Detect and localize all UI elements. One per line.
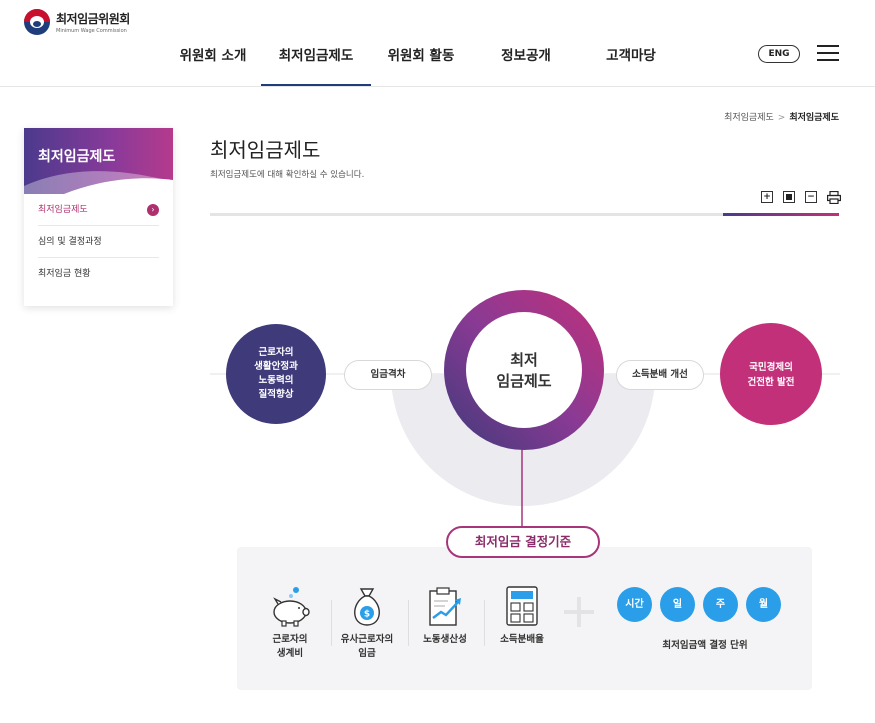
chevron-right-icon: › — [147, 204, 159, 216]
calculator-icon — [506, 586, 538, 626]
units-label: 최저임금액 결정 단위 — [662, 640, 748, 651]
nav-item-activities[interactable]: 위원회 활동 — [371, 46, 471, 86]
criteria-similar-worker-wages: $ 유사근로자의 임금 — [329, 585, 405, 661]
nav-item-about[interactable]: 위원회 소개 — [165, 46, 261, 86]
site-logo[interactable]: 최저임금위원회 Minimum Wage Commission — [24, 9, 130, 35]
money-bag-icon: $ — [354, 588, 380, 626]
title-underline — [210, 213, 839, 216]
plus-icon — [564, 597, 594, 627]
criteria-label-line-1: 근로자의 — [272, 634, 308, 645]
sidebar-item-label: 최저임금제도 — [38, 205, 88, 215]
sidebar-header: 최저임금제도 — [24, 128, 173, 194]
right-circle-line-2: 건전한 발전 — [747, 377, 795, 388]
center-line-1: 최저 — [510, 351, 538, 369]
left-circle-line-2: 생활안정과 — [254, 361, 298, 372]
page-tools: + − — [761, 190, 851, 205]
wage-gap-pill: 임금격차 — [344, 360, 432, 390]
income-distribution-pill: 소득분배 개선 — [616, 360, 704, 390]
breadcrumb: 최저임금제도 > 최저임금제도 — [724, 110, 839, 123]
criteria-label-line-2: 생계비 — [276, 648, 304, 659]
left-circle-line-1: 근로자의 — [258, 347, 294, 358]
unit-month-badge: 월 — [746, 587, 781, 622]
unit-week-badge: 주 — [703, 587, 738, 622]
center-line-2: 임금제도 — [496, 372, 552, 390]
unit-hour-badge: 시간 — [617, 587, 652, 622]
page-title: 최저임금제도 — [210, 138, 321, 162]
criteria-label-line-1: 노동생산성 — [423, 634, 467, 645]
hamburger-icon[interactable] — [817, 45, 839, 62]
criteria-label-line-1: 유사근로자의 — [340, 634, 394, 645]
svg-text:$: $ — [364, 610, 370, 620]
criteria-title: 최저임금 결정기준 — [446, 526, 600, 558]
sidebar: 최저임금제도 최저임금제도 › 심의 및 결정과정 최저임금 현황 — [24, 128, 173, 306]
site-header: 최저임금위원회 Minimum Wage Commission 위원회 소개 최… — [0, 0, 875, 87]
sidebar-item-label: 최저임금 현황 — [38, 269, 91, 279]
page-description: 최저임금제도에 대해 확인하실 수 있습니다. — [210, 170, 365, 180]
sidebar-wave-decoration — [24, 171, 173, 194]
unit-day-badge: 일 — [660, 587, 695, 622]
criteria-label-line-2: 임금 — [358, 648, 376, 659]
sidebar-item-minimum-wage-system[interactable]: 최저임금제도 › — [38, 194, 159, 226]
main-navigation: 위원회 소개 최저임금제도 위원회 활동 정보공개 고객마당 — [165, 46, 681, 86]
breadcrumb-current: 최저임금제도 — [789, 113, 839, 123]
productivity-chart-icon — [429, 587, 461, 626]
logo-subtitle: Minimum Wage Commission — [56, 28, 127, 34]
center-circle-text: 최저 임금제도 — [474, 350, 574, 392]
nav-item-minimum-wage-system[interactable]: 최저임금제도 — [261, 46, 371, 86]
sidebar-item-minimum-wage-status[interactable]: 최저임금 현황 — [38, 258, 159, 290]
right-circle-text: 국민경제의 건전한 발전 — [726, 360, 816, 390]
right-circle-line-1: 국민경제의 — [749, 362, 793, 373]
breadcrumb-separator: > — [777, 113, 786, 123]
zoom-out-icon[interactable]: − — [805, 191, 817, 203]
print-icon[interactable] — [827, 190, 842, 205]
zoom-in-icon[interactable]: + — [761, 191, 773, 203]
english-button[interactable]: ENG — [758, 45, 800, 63]
criteria-cost-of-living: 근로자의 생계비 — [252, 585, 328, 661]
criteria-label-line-1: 소득분배율 — [500, 634, 544, 645]
reset-zoom-icon[interactable] — [783, 191, 795, 203]
left-circle-line-3: 노동력의 — [258, 375, 294, 386]
sidebar-item-deliberation-process[interactable]: 심의 및 결정과정 — [38, 226, 159, 258]
sidebar-item-label: 심의 및 결정과정 — [38, 237, 102, 247]
nav-item-customer[interactable]: 고객마당 — [581, 46, 681, 86]
criteria-labor-productivity: 노동생산성 — [407, 585, 483, 647]
criteria-income-share: 소득분배율 — [484, 585, 560, 647]
left-circle-text: 근로자의 생활안정과 노동력의 질적향상 — [236, 346, 316, 402]
logo-name: 최저임금위원회 — [56, 12, 130, 26]
left-circle-line-4: 질적향상 — [258, 389, 294, 400]
nav-item-disclosure[interactable]: 정보공개 — [471, 46, 581, 86]
piggy-bank-icon — [273, 587, 310, 627]
breadcrumb-parent[interactable]: 최저임금제도 — [724, 113, 774, 123]
taeguk-emblem-icon — [24, 9, 50, 35]
sidebar-title: 최저임금제도 — [38, 149, 116, 165]
